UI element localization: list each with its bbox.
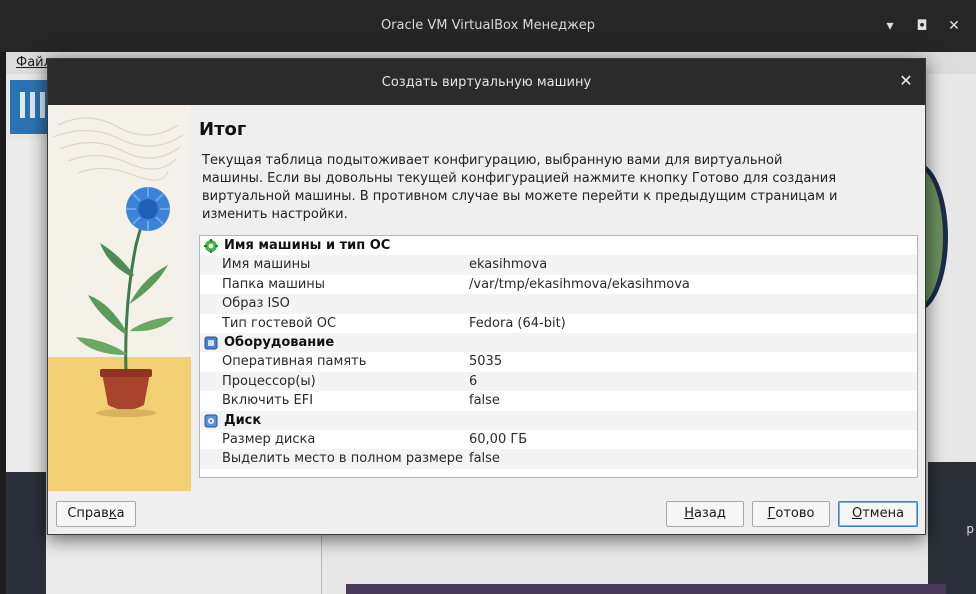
background-strip-bottom (346, 584, 946, 594)
help-button[interactable]: Справка (56, 501, 136, 527)
gear-green-icon (204, 239, 218, 253)
dialog-title: Создать виртуальную машину (381, 75, 592, 90)
finish-button[interactable]: Готово (752, 501, 830, 527)
close-window-icon[interactable]: ✕ (946, 18, 962, 34)
right-edge-text: р (966, 522, 974, 536)
chip-icon (204, 336, 218, 350)
window-controls: ▾ ◘ ✕ (882, 18, 962, 34)
page-title: Итог (199, 119, 247, 140)
summary-table[interactable]: Имя машины и тип ОС Имя машины ekasihmova… (199, 235, 918, 478)
table-row: Выделить место в полном размере false (200, 449, 917, 469)
disk-icon (204, 414, 218, 428)
section-header-hardware: Оборудование (200, 332, 917, 353)
wizard-illustration (48, 105, 191, 491)
table-row: Образ ISO (200, 294, 917, 314)
section-title: Имя машины и тип ОС (224, 238, 391, 253)
section-title: Оборудование (224, 334, 335, 350)
page-description: Текущая таблица подытоживает конфигураци… (202, 153, 838, 222)
table-row: Папка машины/var/tmp/ekasihmova/ekasihmo… (222, 276, 690, 292)
create-vm-dialog: Создать виртуальную машину ✕ Итог Текуща… (47, 58, 926, 535)
main-window-titlebar: Oracle VM VirtualBox Менеджер ▾ ◘ ✕ (0, 0, 976, 52)
minimize-icon[interactable]: ▾ (882, 18, 898, 34)
table-row: Размер диска 60,00 ГБ (222, 431, 528, 447)
section-header-disk: Диск (200, 410, 917, 430)
table-row: Тип гостевой ОС Fedora (64-bit) (222, 315, 566, 331)
table-row: Процессор(ы) 6 (200, 371, 917, 392)
maximize-icon[interactable]: ◘ (914, 18, 930, 34)
table-row: Оперативная память 5035 (222, 354, 503, 370)
table-row: Имя машины ekasihmova (200, 255, 917, 275)
cancel-button[interactable]: Отмена (838, 501, 918, 527)
section-header-name-os: Имя машины и тип ОС (200, 236, 917, 255)
summary-page: Итог Текущая таблица подытоживает конфиг… (199, 119, 919, 224)
main-window-title: Oracle VM VirtualBox Менеджер (380, 18, 596, 33)
close-icon[interactable]: ✕ (897, 72, 915, 90)
table-row: Включить EFI false (222, 393, 500, 409)
section-title: Диск (224, 412, 262, 428)
back-button[interactable]: Назад (666, 501, 744, 527)
background-strip-left (6, 472, 46, 594)
dialog-titlebar: Создать виртуальную машину ✕ (48, 59, 925, 105)
flower-pot-illustration (48, 105, 191, 491)
